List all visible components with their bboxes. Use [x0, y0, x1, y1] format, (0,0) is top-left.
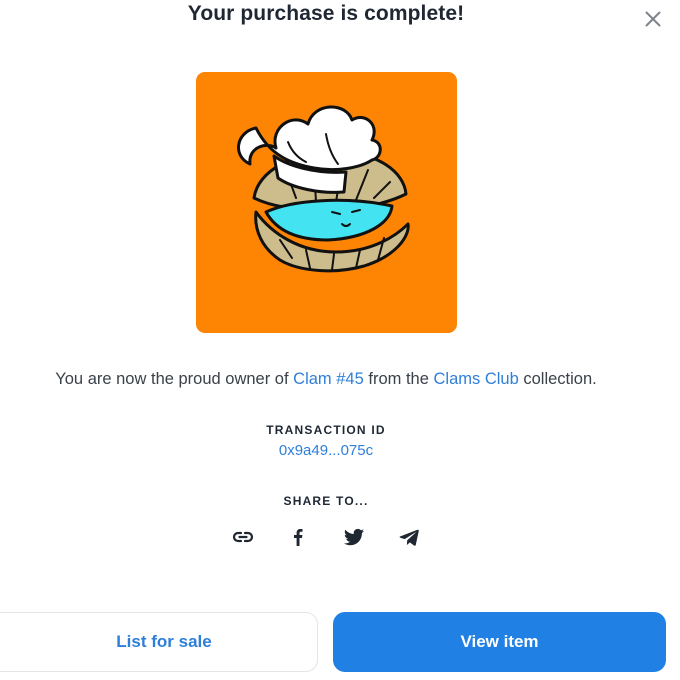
view-item-button[interactable]: View item	[333, 612, 666, 672]
collection-link[interactable]: Clams Club	[433, 370, 518, 388]
modal-title: Your purchase is complete!	[187, 2, 465, 25]
ownership-message: You are now the proud owner of Clam #45 …	[0, 370, 652, 389]
twitter-icon	[343, 528, 364, 546]
share-link-button[interactable]	[230, 524, 256, 550]
link-icon	[232, 531, 254, 543]
ownership-middle: from the	[363, 370, 434, 388]
share-icon-row	[230, 524, 422, 550]
telegram-icon	[399, 529, 419, 546]
item-link[interactable]: Clam #45	[293, 370, 364, 388]
close-button[interactable]	[640, 6, 666, 32]
purchase-complete-modal: Your purchase is complete! You are now t…	[0, 0, 680, 680]
list-for-sale-button[interactable]: List for sale	[0, 612, 318, 672]
ownership-suffix: collection.	[518, 370, 597, 388]
facebook-icon	[294, 529, 303, 546]
share-twitter-button[interactable]	[341, 524, 367, 550]
transaction-id-label: TRANSACTION ID	[266, 423, 386, 437]
share-telegram-button[interactable]	[396, 524, 422, 550]
nft-artwork-image	[196, 72, 457, 333]
share-facebook-button[interactable]	[285, 524, 311, 550]
transaction-id-link[interactable]: 0x9a49...075c	[279, 442, 373, 459]
share-label: SHARE TO...	[283, 494, 369, 508]
ownership-prefix: You are now the proud owner of	[55, 370, 294, 388]
close-icon	[645, 11, 661, 27]
